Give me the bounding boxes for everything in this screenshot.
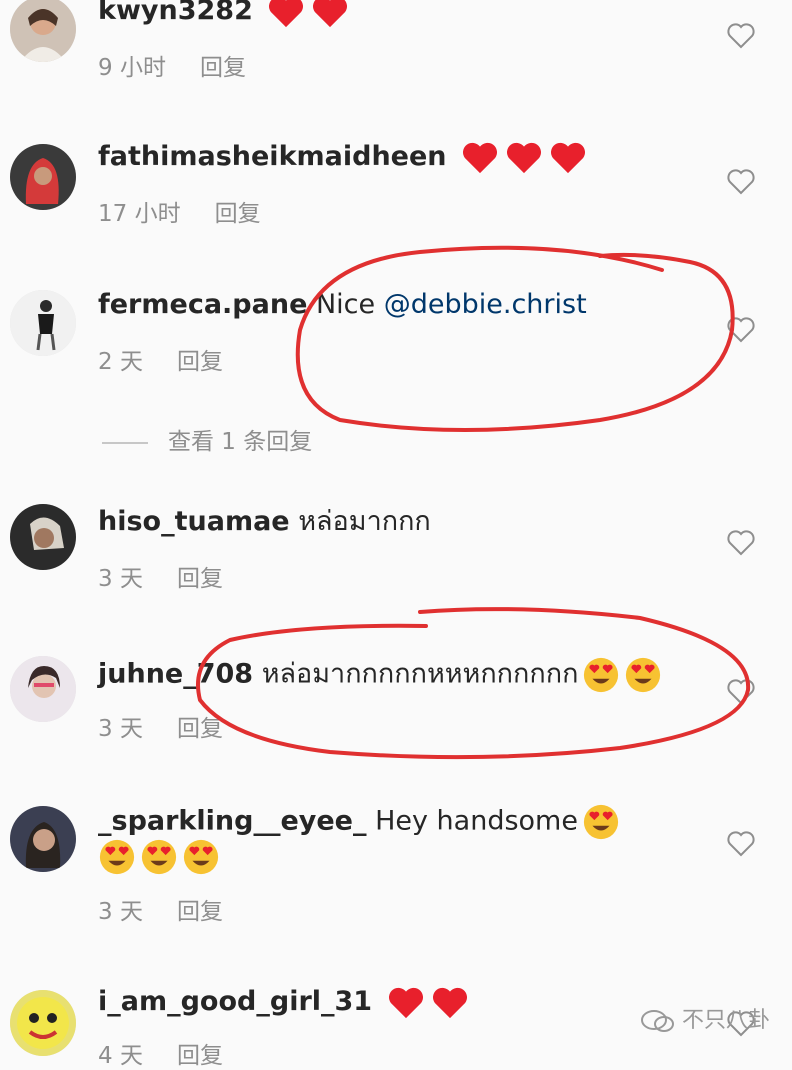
like-heart-icon[interactable] bbox=[726, 529, 756, 557]
avatar[interactable] bbox=[10, 806, 76, 872]
reply-button[interactable]: 回复 bbox=[177, 716, 223, 742]
reply-button[interactable]: 回复 bbox=[177, 899, 223, 925]
avatar[interactable] bbox=[10, 504, 76, 570]
comment-text: หล่อมากกกกกหหหกกกกกก bbox=[261, 658, 579, 690]
red-heart-emoji-icon bbox=[463, 142, 498, 173]
comment-username[interactable]: kwyn3282 bbox=[98, 0, 253, 26]
comment-time: 3 天 bbox=[98, 566, 143, 592]
divider bbox=[102, 441, 148, 444]
watermark-text: 不只八卦 bbox=[682, 1008, 771, 1033]
comment-text: Nice bbox=[315, 289, 384, 320]
like-heart-icon[interactable] bbox=[726, 316, 756, 344]
comment-time: 3 天 bbox=[98, 899, 143, 925]
comment-time: 2 天 bbox=[98, 349, 143, 375]
red-heart-emoji-icon bbox=[313, 0, 348, 27]
reply-button[interactable]: 回复 bbox=[177, 566, 223, 592]
heart-eyes-emoji-icon bbox=[99, 839, 135, 875]
view-replies-label: 查看 1 条回复 bbox=[168, 429, 313, 455]
like-heart-icon[interactable] bbox=[726, 168, 756, 196]
heart-eyes-emoji-icon bbox=[583, 804, 619, 840]
comment-text: Hey handsome bbox=[375, 805, 578, 837]
red-circle-annotation bbox=[295, 245, 735, 432]
comment-text: หล่อมากกก bbox=[298, 506, 431, 537]
heart-eyes-emoji-icon bbox=[141, 839, 177, 875]
comment-time: 4 天 bbox=[98, 1043, 143, 1069]
like-heart-icon[interactable] bbox=[726, 678, 756, 706]
reply-button[interactable]: 回复 bbox=[177, 349, 223, 375]
avatar[interactable] bbox=[10, 144, 76, 210]
red-heart-emoji-icon bbox=[432, 987, 467, 1018]
comment-username[interactable]: i_am_good_girl_31 bbox=[98, 986, 372, 1017]
watermark: 不只八卦 bbox=[640, 1002, 770, 1034]
red-heart-emoji-icon bbox=[388, 987, 423, 1018]
comment-time: 9 小时 bbox=[98, 55, 166, 81]
avatar[interactable] bbox=[10, 290, 76, 356]
heart-eyes-emoji-icon bbox=[183, 839, 219, 875]
comment-username[interactable]: fathimasheikmaidheen bbox=[98, 141, 447, 172]
reply-button[interactable]: 回复 bbox=[177, 1043, 223, 1069]
heart-eyes-emoji-icon bbox=[584, 657, 619, 693]
heart-eyes-emoji-icon bbox=[626, 657, 661, 693]
avatar[interactable] bbox=[10, 990, 76, 1056]
wechat-icon bbox=[641, 1010, 674, 1032]
comment-username[interactable]: _sparkling__eyee_ bbox=[98, 806, 366, 837]
comment-username[interactable]: hiso_tuamae bbox=[98, 506, 290, 537]
red-heart-emoji-icon bbox=[507, 142, 542, 173]
reply-button[interactable]: 回复 bbox=[215, 201, 261, 227]
red-heart-emoji-icon bbox=[551, 142, 586, 173]
comment-username[interactable]: fermeca.pane bbox=[98, 289, 307, 320]
reply-button[interactable]: 回复 bbox=[200, 55, 246, 81]
like-heart-icon[interactable] bbox=[726, 830, 756, 858]
like-heart-icon[interactable] bbox=[726, 22, 756, 50]
comment-username[interactable]: juhne_708 bbox=[98, 659, 253, 690]
comment-time: 17 小时 bbox=[98, 201, 181, 227]
view-replies-button[interactable]: 查看 1 条回复 bbox=[102, 422, 312, 456]
avatar[interactable] bbox=[10, 656, 76, 722]
avatar[interactable] bbox=[10, 0, 76, 62]
mention-link[interactable]: @debbie.christ bbox=[384, 289, 587, 320]
red-heart-emoji-icon bbox=[269, 0, 304, 27]
comment-time: 3 天 bbox=[98, 716, 143, 742]
